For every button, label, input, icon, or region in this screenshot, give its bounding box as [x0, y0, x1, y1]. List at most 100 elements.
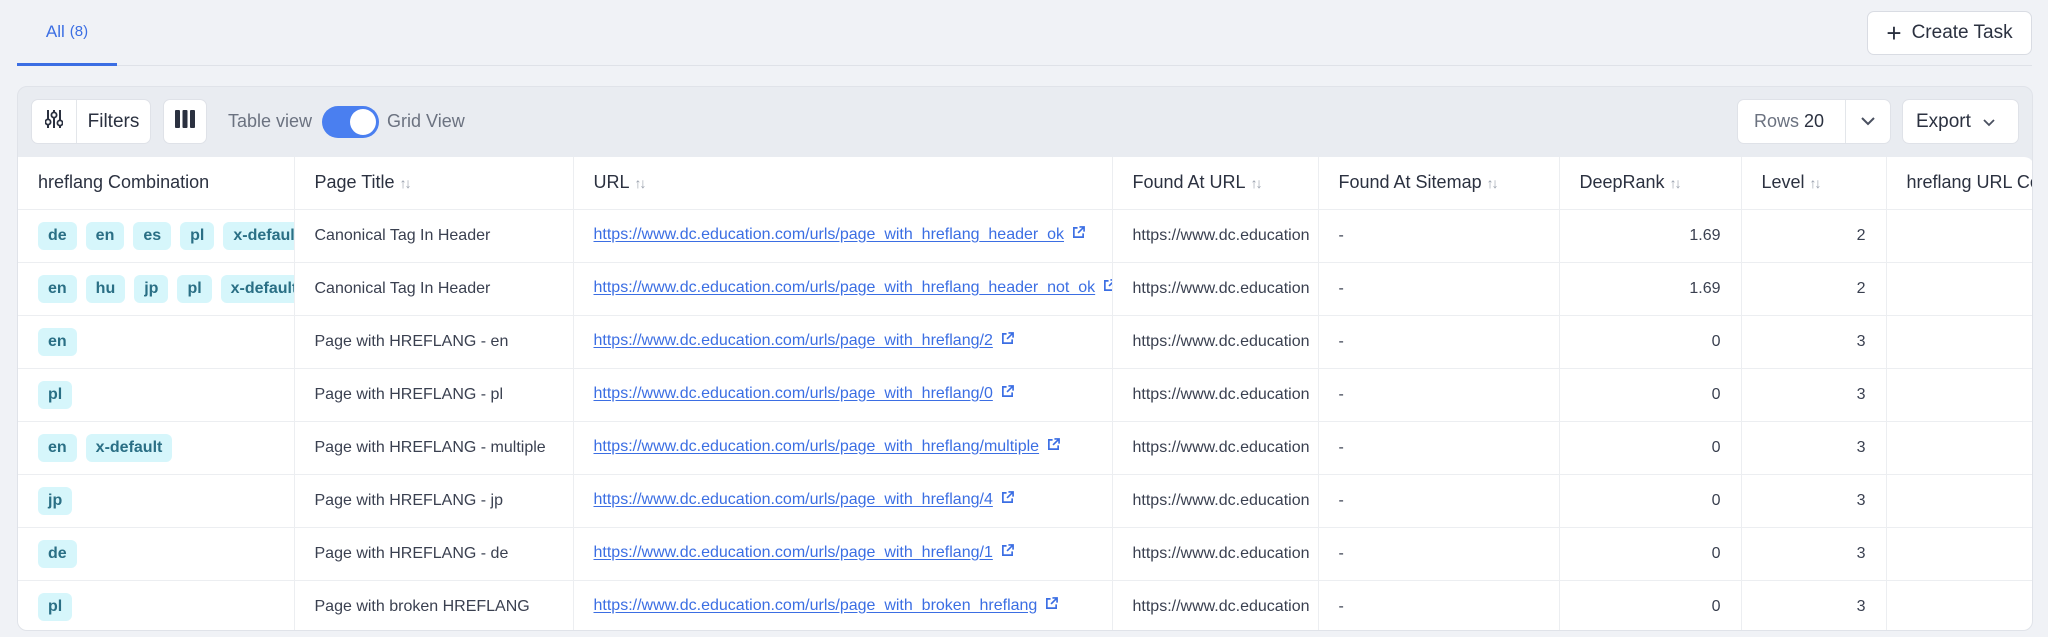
url-cell: https://www.dc.education.com/urls/page_w… — [573, 368, 1113, 422]
page-title-cell: Page with HREFLANG - multiple — [294, 421, 574, 475]
url-link[interactable]: https://www.dc.education.com/urls/page_w… — [594, 333, 993, 350]
export-label: Export — [1916, 110, 1971, 132]
found-at-url-cell: https://www.dc.education — [1112, 315, 1319, 369]
external-link-icon[interactable] — [1047, 438, 1060, 456]
level-cell: 3 — [1741, 527, 1887, 581]
column-header-url[interactable]: URL ↑↓ — [573, 157, 1113, 210]
results-table: hreflang Combination Page Title ↑↓ URL ↑↓ Fou… — [18, 157, 2033, 630]
hreflang-tag: en — [38, 433, 77, 462]
level-cell: 3 — [1741, 315, 1887, 369]
column-header-label: hreflang URL Co — [1906, 172, 2033, 193]
url-cell: https://www.dc.education.com/urls/page_w… — [573, 580, 1113, 630]
url-cell: https://www.dc.education.com/urls/page_w… — [573, 209, 1113, 263]
hreflang-url-count-cell — [1886, 315, 2032, 369]
column-header-hreflang-combination: hreflang Combination — [18, 157, 295, 210]
url-cell: https://www.dc.education.com/urls/page_w… — [573, 527, 1113, 581]
grid-view-label: Grid View — [387, 111, 465, 131]
filters-button[interactable]: Filters — [77, 111, 150, 133]
filters-button-group: Filters — [31, 99, 151, 144]
column-header-found-at-sitemap[interactable]: Found At Sitemap ↑↓ — [1318, 157, 1560, 210]
hreflang-url-count-cell — [1886, 368, 2032, 422]
found-at-url-cell: https://www.dc.education — [1112, 474, 1319, 528]
page-title-cell: Page with HREFLANG - pl — [294, 368, 574, 422]
table-row[interactable]: en hu jp pl x-default Canonical Tag In Header… — [18, 262, 2032, 316]
deeprank-cell: 0 — [1559, 368, 1742, 422]
table-row[interactable]: de Page with HREFLANG - de https://www.dc.… — [18, 527, 2032, 581]
hreflang-combination-cell: en hu jp pl x-default — [18, 262, 295, 316]
level-cell: 3 — [1741, 368, 1887, 422]
sort-icon[interactable]: ↑↓ — [400, 175, 412, 191]
column-header-label: Level — [1761, 172, 1805, 193]
view-toggle-switch[interactable] — [322, 105, 380, 138]
url-cell: https://www.dc.education.com/urls/page_w… — [573, 262, 1113, 316]
table-view-label: Table view — [228, 111, 313, 131]
hreflang-url-count-cell — [1886, 527, 2032, 581]
found-at-sitemap-cell: - — [1318, 368, 1560, 422]
column-header-label: Found At Sitemap — [1338, 172, 1482, 193]
table-row[interactable]: en x-default Page with HREFLANG - multiple… — [18, 421, 2032, 475]
table-row[interactable]: pl Page with HREFLANG - pl https://www.dc.… — [18, 368, 2032, 422]
table-row[interactable]: de en es pl x-default Canonical Tag In Header… — [18, 209, 2032, 263]
export-button[interactable]: Export — [1902, 99, 2019, 144]
tab-all-label: All — [45, 21, 65, 41]
hreflang-combination-cell: en x-default — [18, 421, 295, 475]
column-header-found-at-url[interactable]: Found At URL ↑↓ — [1112, 157, 1319, 210]
hreflang-combination-cell: pl — [18, 368, 295, 422]
results-table-container: hreflang Combination Page Title ↑↓ URL ↑↓ Fou… — [18, 157, 2033, 630]
sort-icon[interactable]: ↑↓ — [1670, 175, 1682, 191]
create-task-label: Create Task — [1911, 22, 2013, 43]
table-row[interactable]: jp Page with HREFLANG - jp https://www.dc.… — [18, 474, 2032, 528]
rows-dropdown-toggle[interactable] — [1845, 100, 1890, 143]
hreflang-tag: pl — [38, 592, 73, 621]
hreflang-url-count-cell — [1886, 421, 2032, 475]
table-row[interactable]: en Page with HREFLANG - en https://www.dc.… — [18, 315, 2032, 369]
hreflang-tag: x-default — [85, 433, 173, 462]
url-link[interactable]: https://www.dc.education.com/urls/page_w… — [594, 227, 1065, 244]
page-title-cell: Page with HREFLANG - de — [294, 527, 574, 581]
columns-button[interactable] — [163, 99, 207, 144]
rows-label: Rows — [1754, 111, 1800, 131]
url-cell: https://www.dc.education.com/urls/page_w… — [573, 421, 1113, 475]
deeprank-cell: 0 — [1559, 580, 1742, 630]
page-title-cell: Page with HREFLANG - en — [294, 315, 574, 369]
url-link[interactable]: https://www.dc.education.com/urls/page_w… — [594, 492, 993, 509]
external-link-icon[interactable] — [1001, 385, 1014, 403]
table-row[interactable]: pl Page with broken HREFLANG https://www.d… — [18, 580, 2032, 630]
url-link[interactable]: https://www.dc.education.com/urls/page_w… — [594, 280, 1096, 297]
tab-all-count: (8) — [69, 23, 89, 40]
sort-icon[interactable]: ↑↓ — [1251, 175, 1263, 191]
column-header-page-title[interactable]: Page Title ↑↓ — [294, 157, 574, 210]
sort-icon[interactable]: ↑↓ — [1487, 175, 1499, 191]
external-link-icon[interactable] — [1001, 491, 1014, 509]
tab-all[interactable]: All (8) — [17, 0, 117, 66]
column-header-level[interactable]: Level ↑↓ — [1741, 157, 1887, 210]
sliders-icon — [44, 109, 64, 134]
deeprank-cell: 1.69 — [1559, 262, 1742, 316]
column-header-deeprank[interactable]: DeepRank ↑↓ — [1559, 157, 1742, 210]
filter-settings-button[interactable] — [32, 100, 77, 143]
sort-icon[interactable]: ↑↓ — [1810, 175, 1822, 191]
url-link[interactable]: https://www.dc.education.com/urls/page_w… — [594, 598, 1038, 615]
page-title-cell: Page with HREFLANG - jp — [294, 474, 574, 528]
rows-per-page-select[interactable]: Rows 20 — [1737, 99, 1891, 144]
create-task-button[interactable]: + Create Task — [1867, 11, 2032, 55]
url-link[interactable]: https://www.dc.education.com/urls/page_w… — [594, 439, 1040, 456]
external-link-icon[interactable] — [1001, 544, 1014, 562]
external-link-icon[interactable] — [1045, 597, 1059, 615]
external-link-icon[interactable] — [1072, 226, 1085, 244]
url-cell: https://www.dc.education.com/urls/page_w… — [573, 474, 1113, 528]
page-title-cell: Page with broken HREFLANG — [294, 580, 574, 630]
column-header-label: hreflang Combination — [38, 172, 210, 193]
found-at-url-cell: https://www.dc.education — [1112, 209, 1319, 263]
hreflang-tag: de — [38, 221, 77, 250]
url-link[interactable]: https://www.dc.education.com/urls/page_w… — [594, 545, 993, 562]
column-header-label: Page Title — [314, 172, 395, 193]
columns-icon — [175, 110, 195, 133]
found-at-sitemap-cell: - — [1318, 315, 1560, 369]
url-link[interactable]: https://www.dc.education.com/urls/page_w… — [594, 386, 993, 403]
external-link-icon[interactable] — [1001, 332, 1014, 350]
sort-icon[interactable]: ↑↓ — [635, 175, 647, 191]
column-header-hreflang-url-count: hreflang URL Co — [1886, 157, 2033, 210]
hreflang-tag: jp — [134, 274, 169, 303]
external-link-icon[interactable] — [1103, 279, 1111, 297]
